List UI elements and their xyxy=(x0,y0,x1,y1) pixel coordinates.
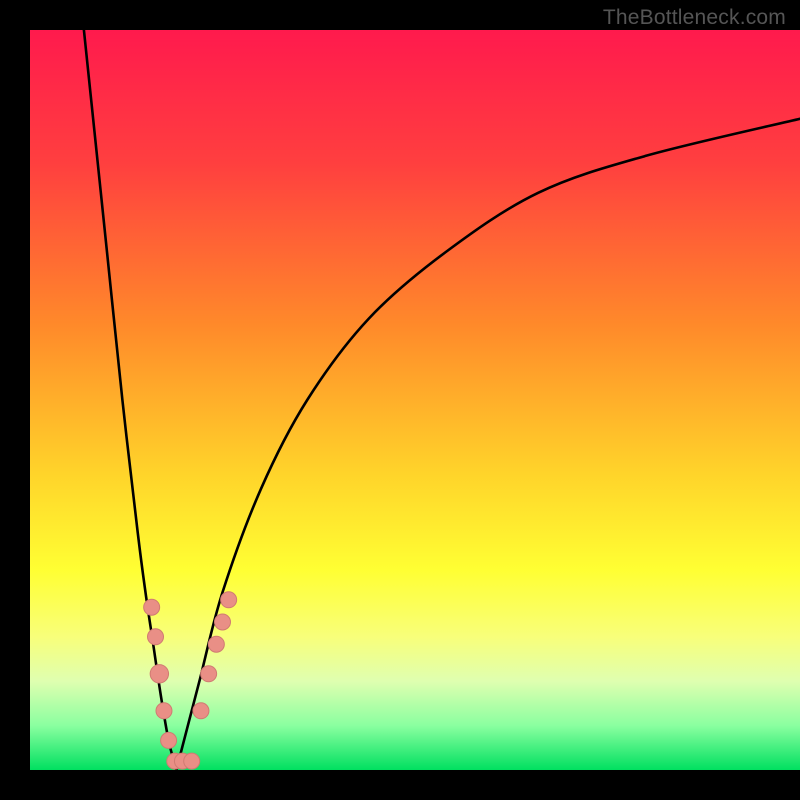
data-marker xyxy=(208,636,224,652)
data-marker xyxy=(161,732,177,748)
data-marker xyxy=(150,665,168,683)
data-marker xyxy=(193,703,209,719)
data-marker xyxy=(156,703,172,719)
bottleneck-chart xyxy=(0,0,800,800)
watermark-label: TheBottleneck.com xyxy=(603,6,786,30)
plot-area xyxy=(30,30,800,770)
chart-container: TheBottleneck.com xyxy=(0,0,800,800)
data-marker xyxy=(144,599,160,615)
data-marker xyxy=(148,629,164,645)
data-marker xyxy=(184,753,200,769)
data-marker xyxy=(201,666,217,682)
data-marker xyxy=(221,592,237,608)
data-marker xyxy=(215,614,231,630)
